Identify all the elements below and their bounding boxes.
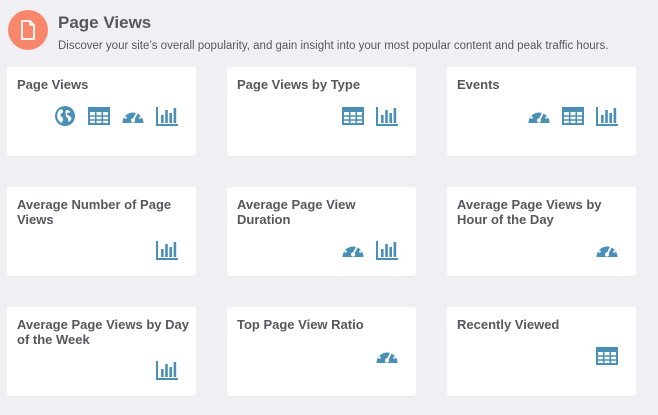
card-average-page-views-by-day[interactable]: Average Page Views by Day of the Week <box>7 307 196 396</box>
card-title: Average Number of Page Views <box>17 197 172 227</box>
card-title: Recently Viewed <box>457 317 560 332</box>
bar-chart-icon[interactable] <box>595 104 619 128</box>
gauge-icon[interactable] <box>121 104 145 128</box>
card-title: Events <box>457 77 500 92</box>
table-icon[interactable] <box>87 104 111 128</box>
document-icon <box>8 10 48 50</box>
card-page-views[interactable]: Page Views <box>7 67 196 156</box>
bar-chart-icon[interactable] <box>375 104 399 128</box>
table-icon[interactable] <box>561 104 585 128</box>
bar-chart-icon[interactable] <box>155 238 179 262</box>
gauge-icon[interactable] <box>527 104 551 128</box>
card-top-page-view-ratio[interactable]: Top Page View Ratio <box>227 307 416 396</box>
bar-chart-icon[interactable] <box>375 238 399 262</box>
card-recently-viewed[interactable]: Recently Viewed <box>447 307 636 396</box>
bar-chart-icon[interactable] <box>155 104 179 128</box>
gauge-icon[interactable] <box>375 344 399 368</box>
card-average-page-view-duration[interactable]: Average Page View Duration <box>227 187 416 276</box>
card-page-views-by-type[interactable]: Page Views by Type <box>227 67 416 156</box>
card-events[interactable]: Events <box>447 67 636 156</box>
page-description: Discover your site’s overall popularity,… <box>58 40 609 52</box>
card-title: Page Views by Type <box>237 77 361 92</box>
card-average-number-of-page-views[interactable]: Average Number of Page Views <box>7 187 196 276</box>
card-title: Average Page View Duration <box>237 197 356 227</box>
gauge-icon[interactable] <box>595 238 619 262</box>
page-header: Page Views Discover your site’s overall … <box>8 8 648 58</box>
table-icon[interactable] <box>341 104 365 128</box>
card-title: Top Page View Ratio <box>237 317 364 332</box>
card-title: Average Page Views by Day of the Week <box>17 317 189 347</box>
card-average-page-views-by-hour[interactable]: Average Page Views by Hour of the Day <box>447 187 636 276</box>
globe-icon[interactable] <box>53 104 77 128</box>
page-title: Page Views <box>58 13 152 32</box>
gauge-icon[interactable] <box>341 238 365 262</box>
bar-chart-icon[interactable] <box>155 358 179 382</box>
card-title: Page Views <box>17 77 89 92</box>
table-icon[interactable] <box>595 344 619 368</box>
card-title: Average Page Views by Hour of the Day <box>457 197 602 227</box>
